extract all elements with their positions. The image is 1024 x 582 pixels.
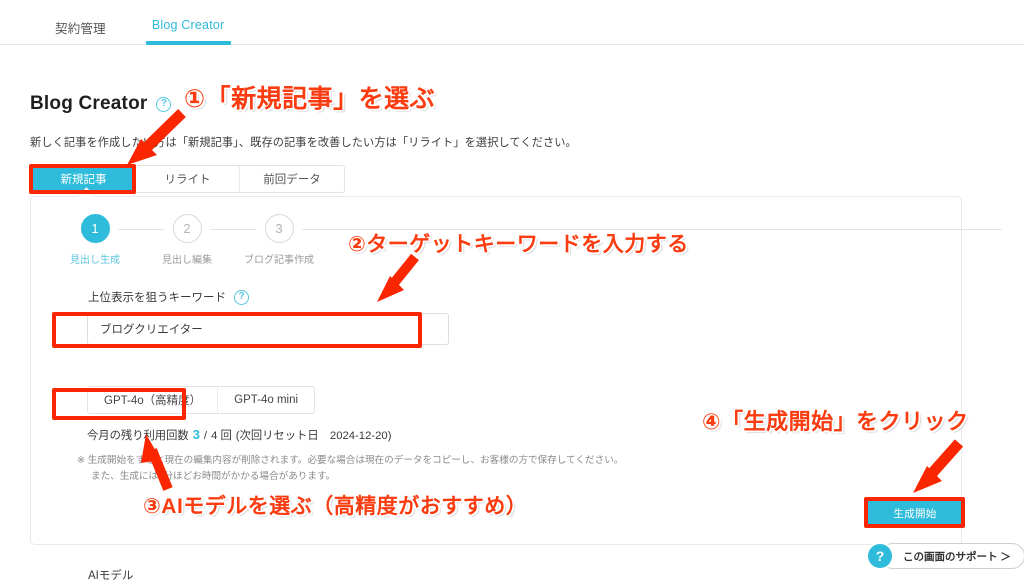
step-3-blog-article-creation[interactable]: 3 ブログ記事作成 [244,214,314,266]
usage-total: 4 回 [211,430,232,442]
top-navigation-bar: 契約管理 Blog Creator [0,0,1024,45]
usage-separator: / [203,430,208,442]
warning-note-line-1: ※ 生成開始をすると現在の編集内容が削除されます。必要な場合は現在のデータをコピ… [77,455,624,466]
generate-start-button[interactable]: 生成開始 [867,500,963,526]
help-icon[interactable]: ? [156,96,172,112]
step-1-heading-generation[interactable]: 1 見出し生成 [70,214,120,266]
keyword-field-label: 上位表示を狙うキーワード [88,292,226,304]
usage-label: 今月の残り利用回数 [87,430,189,442]
tab-contract-management[interactable]: 契約管理 [55,0,106,45]
tab-blog-creator[interactable]: Blog Creator [145,0,231,45]
step-1-label: 見出し生成 [70,255,120,266]
warning-note-line-2: また、生成には3分ほどお時間がかかる場合があります。 [91,470,336,482]
keyword-help-icon[interactable]: ? [234,289,249,305]
annotation-1-text: ①「新規記事」を選ぶ [184,85,436,113]
support-widget[interactable]: この画面のサポート ＞ ? [868,543,1024,569]
keyword-field-label-row: 上位表示を狙うキーワード ? [88,289,249,305]
step-1-circle: 1 [80,214,110,243]
ai-model-option-gpt4o-mini[interactable]: GPT-4o mini [218,387,314,413]
page-title: Blog Creator [30,93,148,114]
step-2-heading-edit[interactable]: 2 見出し編集 [162,214,212,266]
usage-remaining-count: 3 [192,427,200,442]
mode-tab-previous-data[interactable]: 前回データ [240,166,344,192]
top-navigation-tabs: 契約管理 Blog Creator [55,0,270,45]
step-2-circle: 2 [172,214,202,243]
annotation-2-text: ②ターゲットキーワードを入力する [348,233,689,256]
annotation-3-text: ③AIモデルを選ぶ（高精度がおすすめ） [143,495,528,518]
support-widget-label[interactable]: この画面のサポート ＞ [880,543,1024,569]
keyword-input[interactable] [87,313,449,345]
page-header: Blog Creator ? [30,93,172,115]
page-description: 新しく記事を作成したい方は「新規記事」、既存の記事を改善したい方は「リライト」を… [30,137,577,149]
ai-model-label: AIモデル [88,570,134,582]
step-connector-1 [118,228,164,230]
step-2-label: 見出し編集 [162,255,212,266]
step-3-label: ブログ記事作成 [244,255,314,266]
usage-reset-date: (次回リセット日 2024-12-20) [235,430,392,442]
step-3-circle: 3 [264,214,294,243]
annotation-4-text: ④「生成開始」をクリック [702,409,969,434]
mode-tab-group: 新規記事 リライト 前回データ [31,165,345,193]
question-mark-icon: ? [868,544,892,568]
ai-model-option-gpt4o[interactable]: GPT-4o（高精度） [88,387,219,413]
mode-tab-rewrite[interactable]: リライト [136,166,240,192]
usage-counter: 今月の残り利用回数 3 / 4 回 (次回リセット日 2024-12-20) [87,427,391,443]
warning-note: ※ 生成開始をすると現在の編集内容が削除されます。必要な場合は現在のデータをコピ… [77,453,623,485]
step-connector-2 [210,228,256,230]
app-screen: 契約管理 Blog Creator Blog Creator ? 新しく記事を作… [0,0,1024,582]
ai-model-tab-group: GPT-4o（高精度） GPT-4o mini [87,386,316,414]
